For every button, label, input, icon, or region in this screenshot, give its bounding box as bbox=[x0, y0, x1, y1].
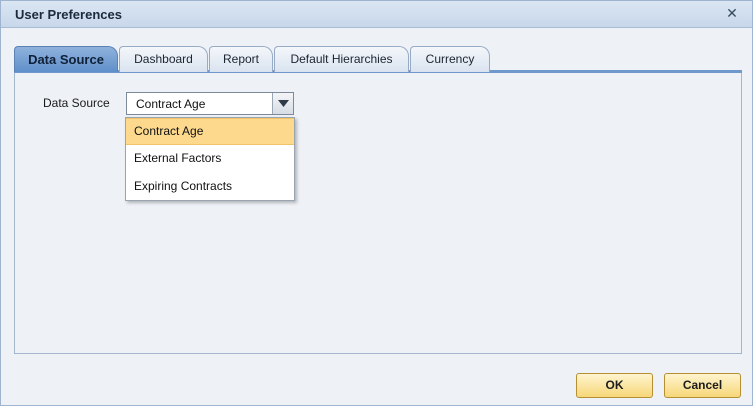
dropdown-toggle-button[interactable] bbox=[272, 93, 293, 114]
data-source-select[interactable]: Contract Age bbox=[126, 92, 294, 115]
dialog-titlebar[interactable]: User Preferences ✕ bbox=[1, 1, 752, 28]
ok-button[interactable]: OK bbox=[576, 373, 653, 398]
tab-panel bbox=[14, 71, 742, 354]
tab-data-source[interactable]: Data Source bbox=[14, 46, 118, 72]
close-icon[interactable]: ✕ bbox=[724, 5, 740, 23]
tab-report[interactable]: Report bbox=[209, 46, 273, 72]
cancel-button[interactable]: Cancel bbox=[664, 373, 741, 398]
data-source-label: Data Source bbox=[43, 96, 110, 110]
chevron-down-icon bbox=[278, 100, 289, 107]
data-source-dropdown-list: Contract Age External Factors Expiring C… bbox=[125, 117, 295, 201]
tab-dashboard[interactable]: Dashboard bbox=[119, 46, 208, 72]
option-contract-age[interactable]: Contract Age bbox=[126, 118, 294, 145]
option-expiring-contracts[interactable]: Expiring Contracts bbox=[126, 173, 294, 200]
user-preferences-dialog: User Preferences ✕ Data Source Dashboard… bbox=[0, 0, 753, 406]
tab-currency[interactable]: Currency bbox=[410, 46, 490, 72]
option-external-factors[interactable]: External Factors bbox=[126, 145, 294, 172]
data-source-select-value: Contract Age bbox=[136, 97, 206, 111]
dialog-title: User Preferences bbox=[15, 7, 122, 22]
tab-default-hierarchies[interactable]: Default Hierarchies bbox=[274, 46, 409, 72]
